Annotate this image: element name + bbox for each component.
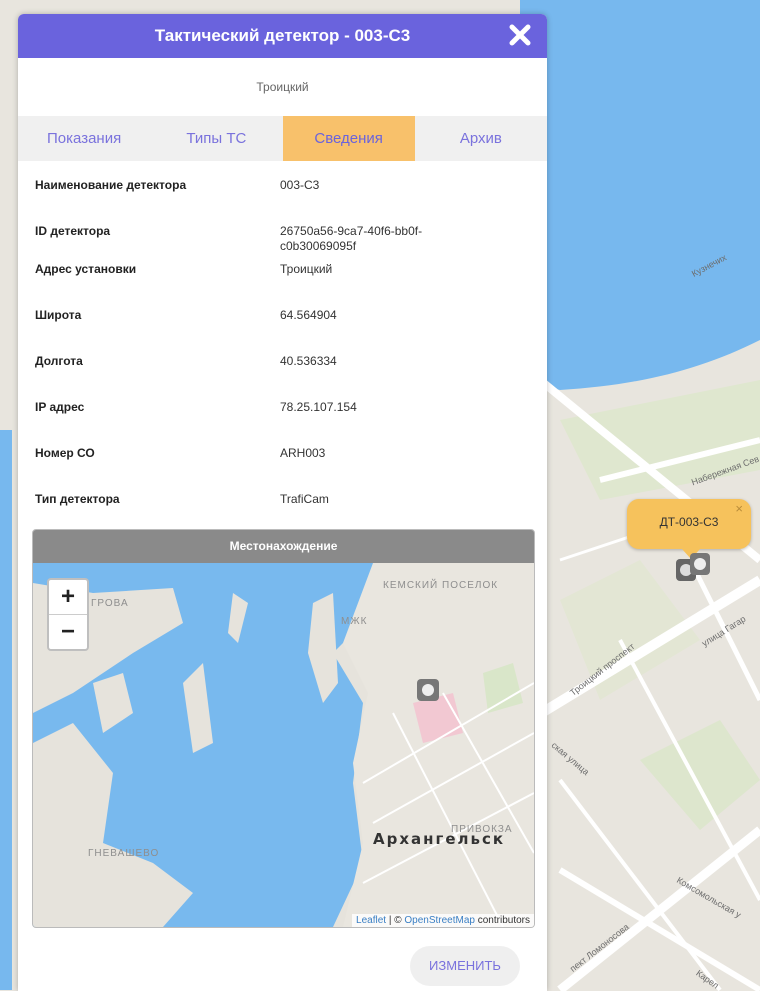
detector-popup-label: ДТ-003-С3 [659,515,719,529]
map-label: КЕМСКИЙ ПОСЕЛОК [383,580,499,591]
info-key: Адрес установки [35,262,137,276]
osm-link[interactable]: OpenStreetMap [404,915,475,926]
map-label: МЖК [341,616,368,627]
map-label: ГРОВА [91,598,129,609]
info-value: 40.536334 [280,354,337,368]
edit-button[interactable]: ИЗМЕНИТЬ [410,946,520,986]
info-key: IP адрес [35,400,85,414]
city-label: Архангельск [373,830,506,848]
info-row: Тип детектора TrafiCam [18,481,547,527]
info-key: Наименование детектора [35,178,187,192]
tab-archive[interactable]: Архив [415,116,547,161]
info-key: Долгота [35,354,83,368]
info-row: Широта 64.564904 [18,297,547,343]
info-row: Долгота 40.536334 [18,343,547,389]
info-value: 64.564904 [280,308,337,322]
panel-subtitle: Троицкий [256,80,309,94]
close-icon[interactable]: × [735,501,743,516]
attribution-tail: contributors [474,915,530,926]
leaflet-link[interactable]: Leaflet [356,915,386,926]
detector-panel: Тактический детектор - 003-С3 Троицкий П… [18,14,547,991]
info-value: 003-С3 [280,178,320,192]
info-key: Широта [35,308,82,322]
info-value: ARH003 [280,446,326,460]
tab-details[interactable]: Сведения [282,116,415,161]
zoom-control: + − [47,578,89,651]
map-label: ГНЕВАШЕВО [88,848,160,859]
info-value: TrafiCam [280,492,329,506]
tab-readings[interactable]: Показания [18,116,150,161]
tab-vehicle-types[interactable]: Типы ТС [150,116,282,161]
location-map: Местонахождение КЕМСКИЙ ПОСЕЛОК МЖК ПРИВ… [32,529,535,928]
info-value: 26750a56-9ca7-40f6-bb0f-c0b30069095f [280,224,423,253]
map-attribution: Leaflet | © OpenStreetMap contributors [352,914,534,927]
detector-marker-icon[interactable] [676,553,710,583]
info-value: 78.25.107.154 [280,400,357,414]
map-header: Местонахождение [33,530,534,563]
attribution-separator: | © [386,915,405,926]
detector-popup[interactable]: × ДТ-003-С3 [627,499,751,559]
panel-header: Тактический детектор - 003-С3 [18,14,547,58]
info-row: Наименование детектора 003-С3 [18,167,547,213]
close-icon[interactable] [507,22,533,48]
info-row: IP адрес 78.25.107.154 [18,389,547,435]
details-list: Наименование детектора 003-С3 ID детекто… [18,167,547,527]
mini-map[interactable] [33,563,534,927]
info-key: Номер СО [35,446,95,460]
info-row: Номер СО ARH003 [18,435,547,481]
info-value: Троицкий [280,262,333,276]
tab-bar: Показания Типы ТС Сведения Архив [18,116,547,161]
zoom-in-button[interactable]: + [49,580,87,615]
info-key: ID детектора [35,224,111,238]
info-key: Тип детектора [35,492,120,506]
panel-title: Тактический детектор - 003-С3 [154,26,411,45]
zoom-out-button[interactable]: − [49,615,87,649]
info-row: ID детектора 26750a56-9ca7-40f6-bb0f-c0b… [18,213,547,253]
info-row: Адрес установки Троицкий [18,251,547,297]
